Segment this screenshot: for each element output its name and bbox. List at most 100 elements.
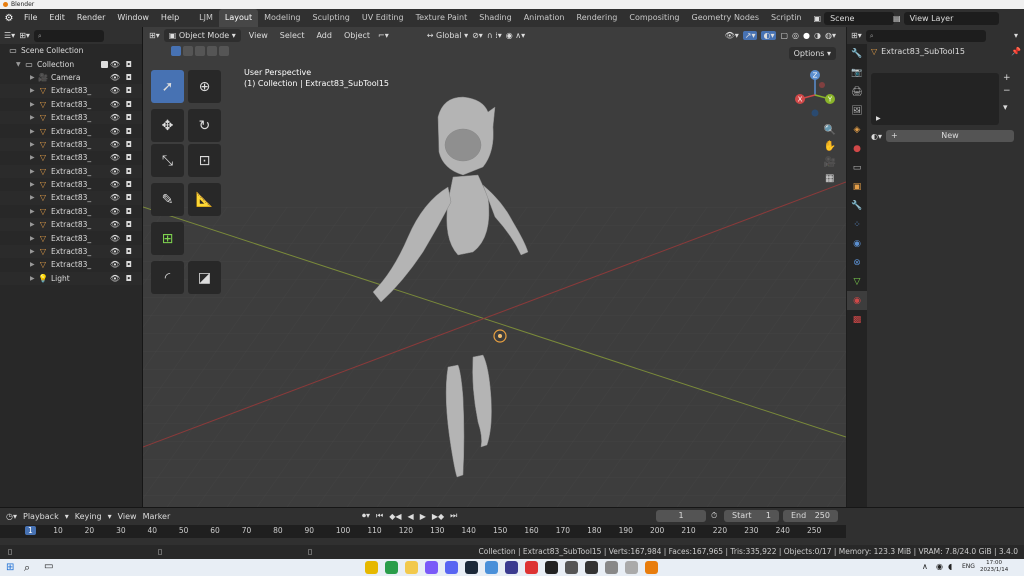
view-layer-name[interactable]: View Layer (903, 11, 999, 25)
outliner-item[interactable]: ▶ 🎥 Camera 👁 ◘ (0, 71, 142, 84)
snap-icon[interactable]: ∩ ⁞▾ (487, 31, 502, 40)
camera-render-icon[interactable]: ◘ (126, 274, 132, 283)
tab-uv-editing[interactable]: UV Editing (356, 9, 410, 27)
tab-compositing[interactable]: Compositing (623, 9, 685, 27)
steam-icon[interactable] (465, 561, 478, 574)
expand-icon[interactable]: ▶ (876, 115, 881, 122)
expand-icon[interactable]: ▶ (30, 114, 38, 121)
output-tab-icon[interactable]: 🖨 (847, 82, 867, 101)
file-explorer-icon[interactable] (405, 561, 418, 574)
render-tab-icon[interactable]: 📷 (847, 63, 867, 82)
menu-select[interactable]: Select (276, 31, 309, 40)
move-tool[interactable]: ✥ (151, 109, 184, 142)
scene-tab-icon[interactable]: ◈ (847, 120, 867, 139)
pan-hand-icon[interactable]: ✋ (824, 141, 836, 152)
outliner-item[interactable]: ▶ ▽ Extract83_ 👁 ◘ (0, 258, 142, 271)
outliner-item[interactable]: ▶ ▽ Extract83_ 👁 ◘ (0, 191, 142, 205)
eye-icon[interactable]: 👁 (110, 234, 120, 243)
input-language[interactable]: ENG (962, 563, 975, 570)
material-slot-list[interactable]: ▶ (871, 73, 999, 125)
chat-app-icon[interactable] (425, 561, 438, 574)
filter-icon[interactable]: ⊞▾ (19, 31, 30, 40)
record-icon[interactable]: ⏺▾ (362, 511, 370, 521)
modifier-tab-icon[interactable]: 🔧 (847, 196, 867, 215)
outliner-item[interactable]: ▶ ▽ Extract83_ 👁 ◘ (0, 218, 142, 232)
menu-view[interactable]: View (245, 31, 272, 40)
eye-icon[interactable]: 👁 (110, 220, 120, 229)
collection-row[interactable]: ▼ ▭ Collection 👁 ◘ (0, 57, 142, 70)
expand-icon[interactable]: ▶ (30, 194, 38, 201)
expand-icon[interactable]: ▶ (30, 261, 38, 268)
eye-icon[interactable]: 👁 (110, 207, 120, 216)
constraints-tab-icon[interactable]: ⊗ (847, 253, 867, 272)
tab-rendering[interactable]: Rendering (571, 9, 624, 27)
play-icon[interactable]: ▶ (420, 512, 426, 521)
app-icon-3[interactable] (525, 561, 538, 574)
collection-tab-icon[interactable]: ▭ (847, 158, 867, 177)
eye-icon[interactable]: 👁 (110, 100, 120, 109)
shear-tool[interactable]: ◪ (188, 261, 221, 294)
app-icon-7[interactable] (625, 561, 638, 574)
tray-chevron-icon[interactable]: ∧ (922, 562, 928, 571)
eye-icon[interactable]: 👁 (110, 127, 120, 136)
expand-icon[interactable]: ▶ (30, 181, 38, 188)
editor-type-icon[interactable]: ◷▾ (6, 512, 17, 521)
select-new-icon[interactable] (171, 46, 181, 56)
volume-icon[interactable]: ◖ (948, 562, 952, 571)
expand-icon[interactable]: ▶ (30, 128, 38, 135)
proportional-edit-icon[interactable]: ◉ ∧▾ (506, 31, 525, 40)
prev-keyframe-icon[interactable]: ◆◀ (389, 512, 401, 521)
cursor-tool[interactable]: ⊕ (188, 70, 221, 103)
expand-icon[interactable]: ▼ (16, 61, 24, 68)
eye-icon[interactable]: 👁 (110, 140, 120, 149)
wireframe-shading-icon[interactable]: ◎ (792, 31, 799, 40)
pivot-icon[interactable]: ⊘▾ (472, 31, 483, 40)
outliner-item[interactable]: ▶ ▽ Extract83_ 👁 ◘ (0, 205, 142, 218)
world-tab-icon[interactable]: ● (847, 139, 867, 158)
object-tab-icon[interactable]: ▣ (847, 177, 867, 196)
camera-view-icon[interactable]: 🎥 (824, 157, 836, 168)
expand-icon[interactable]: ▶ (30, 154, 38, 161)
add-cube-tool[interactable]: ⊞ (151, 222, 184, 255)
clock[interactable]: 17:00 2023/1/14 (980, 560, 1008, 574)
editor-type-icon[interactable]: ⊞▾ (851, 31, 862, 40)
menu-help[interactable]: Help (155, 9, 185, 27)
measure-tool[interactable]: 📐 (188, 183, 221, 216)
expand-icon[interactable]: ▶ (30, 74, 38, 81)
camera-render-icon[interactable]: ◘ (126, 260, 132, 269)
task-view-icon[interactable]: ▭ (44, 561, 53, 572)
outliner-item[interactable]: ▶ ▽ Extract83_ 👁 ◘ (0, 84, 142, 98)
tool-tab-icon[interactable]: 🔧 (847, 44, 867, 63)
camera-render-icon[interactable]: ◘ (126, 86, 132, 95)
expand-icon[interactable]: ▶ (30, 141, 38, 148)
camera-render-icon[interactable]: ◘ (126, 220, 132, 229)
camera-render-icon[interactable]: ◘ (126, 207, 132, 216)
search-icon[interactable]: ⌕ (24, 561, 30, 575)
expand-icon[interactable]: ▶ (30, 275, 38, 282)
jump-start-icon[interactable]: ⏮ (376, 511, 383, 521)
outliner-search-input[interactable]: ⌕ (33, 29, 104, 42)
select-subtract-icon[interactable] (195, 46, 205, 56)
menu-marker[interactable]: Marker (143, 512, 171, 521)
outliner-item[interactable]: ▶ ▽ Extract83_ 👁 ◘ (0, 124, 142, 137)
clock-icon[interactable]: ⏱ (711, 511, 717, 521)
texture-tab-icon[interactable]: ▩ (847, 310, 867, 329)
properties-search-input[interactable]: ⌕ (865, 29, 986, 42)
outliner-item[interactable]: ▶ ▽ Extract83_ 👁 ◘ (0, 231, 142, 244)
material-tab-icon[interactable]: ◉ (847, 291, 867, 310)
view-layer-tab-icon[interactable]: 🖼 (847, 101, 867, 120)
3d-viewport[interactable]: ⊞▾ ▣ Object Mode ▾ View Select Add Objec… (143, 27, 846, 507)
select-intersect-icon[interactable] (219, 46, 229, 56)
remove-slot-icon[interactable]: − (1003, 86, 1011, 96)
blender-menu-icon[interactable]: ⚙ (0, 13, 18, 24)
next-keyframe-icon[interactable]: ▶◆ (432, 512, 444, 521)
material-shading-icon[interactable]: ◑ (814, 31, 821, 40)
data-tab-icon[interactable]: ▽ (847, 272, 867, 291)
camera-render-icon[interactable]: ◘ (126, 73, 132, 82)
editor-type-icon[interactable]: ⊞▾ (149, 31, 160, 40)
tab-texture-paint[interactable]: Texture Paint (410, 9, 474, 27)
eye-icon[interactable]: 👁 (110, 60, 120, 69)
scale-tool[interactable]: ⤡ (151, 144, 184, 177)
blender-taskbar-icon[interactable] (645, 561, 658, 574)
gizmo-icon[interactable]: ↗▾ (742, 31, 758, 40)
